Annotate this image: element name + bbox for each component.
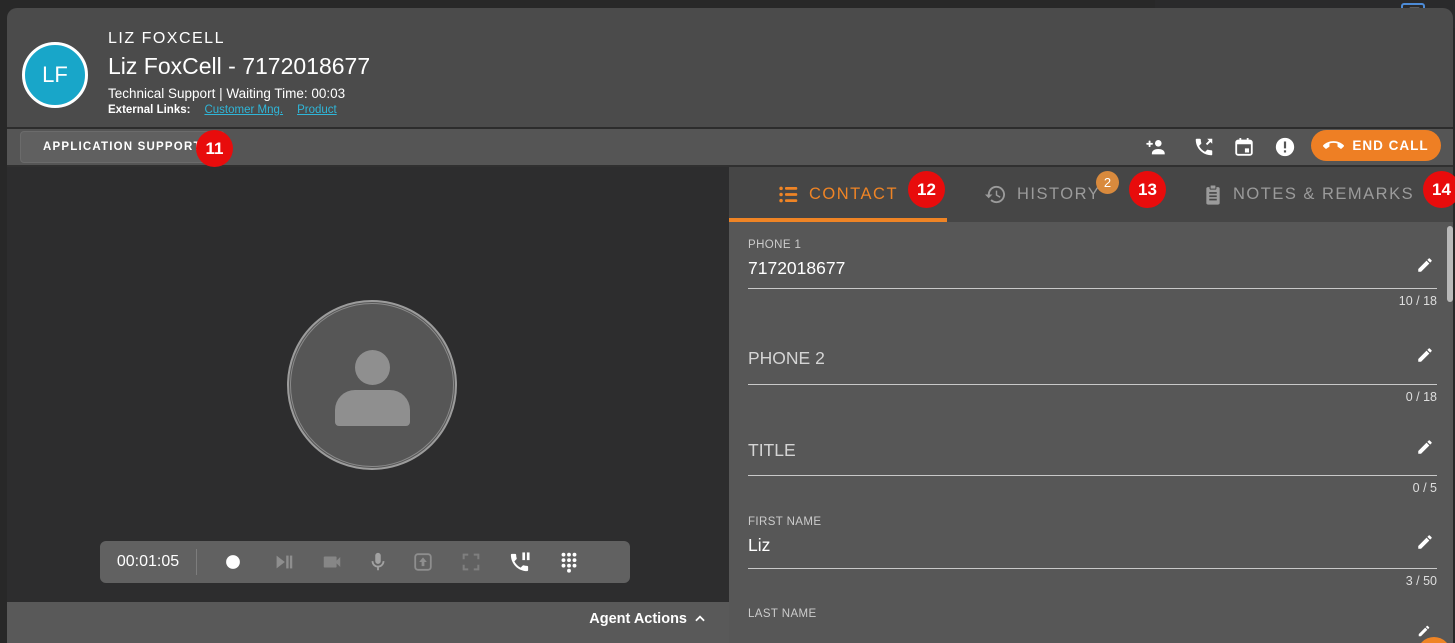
edit-phone-2-button[interactable] (1416, 346, 1434, 364)
video-panel: 00:01:05 (7, 167, 729, 602)
record-button[interactable] (222, 551, 244, 573)
char-counter: 10 / 18 (748, 294, 1437, 308)
som-badge-notes-tab: 14 (1423, 171, 1455, 208)
dialpad-button[interactable] (558, 551, 580, 573)
tab-contact-label: CONTACT (809, 185, 898, 204)
agent-actions-bar: Agent Actions (7, 602, 729, 643)
transfer-call-icon (1193, 136, 1215, 158)
share-upload-button[interactable] (412, 551, 434, 573)
field-phone-1: PHONE 1 7172018677 10 / 18 (748, 238, 1437, 308)
transfer-call-button[interactable] (1193, 136, 1215, 158)
field-underline (748, 384, 1437, 385)
play-pause-button[interactable] (272, 551, 294, 573)
field-title: TITLE 0 / 5 (748, 438, 1437, 495)
media-controls-bar: 00:01:05 (100, 541, 630, 583)
edit-first-name-button[interactable] (1416, 533, 1434, 551)
scrollbar-thumb[interactable] (1447, 226, 1453, 302)
field-label: LAST NAME (748, 607, 1437, 621)
end-call-button[interactable]: END CALL (1311, 130, 1441, 161)
char-counter: 0 / 18 (748, 390, 1437, 404)
camera-button[interactable] (321, 551, 343, 573)
tab-history-label: HISTORY (1017, 185, 1100, 204)
play-pause-icon (272, 551, 294, 573)
application-support-button[interactable]: APPLICATION SUPPORT (20, 131, 225, 163)
schedule-button[interactable] (1233, 136, 1255, 158)
som-badge-contact-tab: 12 (908, 171, 945, 208)
microphone-button[interactable] (367, 551, 389, 573)
call-end-icon (1323, 135, 1344, 156)
tab-notes-remarks[interactable]: NOTES & REMARKS (1203, 167, 1414, 222)
pencil-icon (1417, 624, 1431, 638)
field-label: PHONE 2 (748, 346, 1437, 370)
field-underline (748, 288, 1437, 289)
history-icon (984, 183, 1007, 206)
pencil-icon (1416, 346, 1434, 364)
field-underline (748, 568, 1437, 569)
char-counter: 3 / 50 (748, 574, 1437, 588)
contact-list-icon (778, 184, 799, 205)
hold-call-button[interactable] (508, 551, 530, 573)
avatar-initials: LF (42, 62, 68, 88)
end-call-label: END CALL (1352, 138, 1428, 153)
edit-title-button[interactable] (1416, 438, 1434, 456)
notes-clipboard-icon (1203, 184, 1223, 206)
video-camera-icon (321, 551, 343, 573)
microphone-icon (367, 551, 389, 573)
edit-phone-1-button[interactable] (1416, 256, 1434, 274)
history-count-badge: 2 (1096, 171, 1119, 194)
person-silhouette-icon (355, 350, 390, 385)
link-product[interactable]: Product (297, 104, 337, 116)
agent-actions-button[interactable]: Agent Actions (589, 611, 707, 627)
fullscreen-icon (460, 551, 482, 573)
alert-button[interactable] (1274, 136, 1296, 158)
call-timer: 00:01:05 (100, 541, 196, 583)
field-label: TITLE (748, 438, 1437, 462)
phone-hold-icon (508, 551, 531, 574)
external-links-label: External Links: (108, 104, 190, 116)
queue-waiting-time: Technical Support | Waiting Time: 00:03 (108, 86, 345, 101)
avatar: LF (22, 42, 88, 108)
video-avatar-placeholder (287, 300, 457, 470)
agent-actions-label: Agent Actions (589, 611, 687, 627)
tab-bar: CONTACT HISTORY 2 NOTES & REMARKS (729, 167, 1453, 222)
add-contact-button[interactable] (1145, 136, 1167, 158)
calendar-icon (1233, 136, 1255, 158)
upload-box-icon (412, 551, 434, 573)
field-underline (748, 475, 1437, 476)
external-links: External Links: Customer Mng. Product (108, 104, 337, 116)
tab-contact[interactable]: CONTACT (778, 167, 898, 222)
field-last-name: LAST NAME (748, 607, 1437, 625)
som-badge-application-support: 11 (196, 130, 233, 167)
field-value[interactable]: 7172018677 (748, 256, 1437, 280)
field-label: FIRST NAME (748, 515, 1437, 529)
dialpad-icon (558, 551, 580, 573)
field-value[interactable]: Liz (748, 533, 1437, 557)
person-add-icon (1145, 136, 1167, 158)
tab-notes-remarks-label: NOTES & REMARKS (1233, 185, 1414, 204)
fullscreen-button[interactable] (460, 551, 482, 573)
pencil-icon (1416, 533, 1434, 551)
record-icon (222, 551, 244, 573)
person-silhouette-body (335, 390, 410, 426)
pencil-icon (1416, 256, 1434, 274)
pencil-icon (1416, 438, 1434, 456)
call-title: Liz FoxCell - 7172018677 (108, 53, 370, 80)
chevron-up-icon (693, 612, 707, 626)
som-badge-history-tab: 13 (1129, 171, 1166, 208)
divider (196, 549, 197, 575)
tab-history[interactable]: HISTORY (984, 167, 1100, 222)
link-customer-mng[interactable]: Customer Mng. (204, 104, 283, 116)
field-first-name: FIRST NAME Liz 3 / 50 (748, 515, 1437, 588)
char-counter: 0 / 5 (748, 481, 1437, 495)
alert-circle-icon (1274, 136, 1296, 158)
field-phone-2: PHONE 2 0 / 18 (748, 346, 1437, 404)
edit-last-name-button[interactable] (1417, 624, 1431, 638)
contact-name-caps: LIZ FOXCELL (108, 30, 225, 48)
field-label: PHONE 1 (748, 238, 1437, 252)
app-root: ✕ LF LIZ FOXCELL Liz FoxCell - 717201867… (0, 0, 1455, 643)
